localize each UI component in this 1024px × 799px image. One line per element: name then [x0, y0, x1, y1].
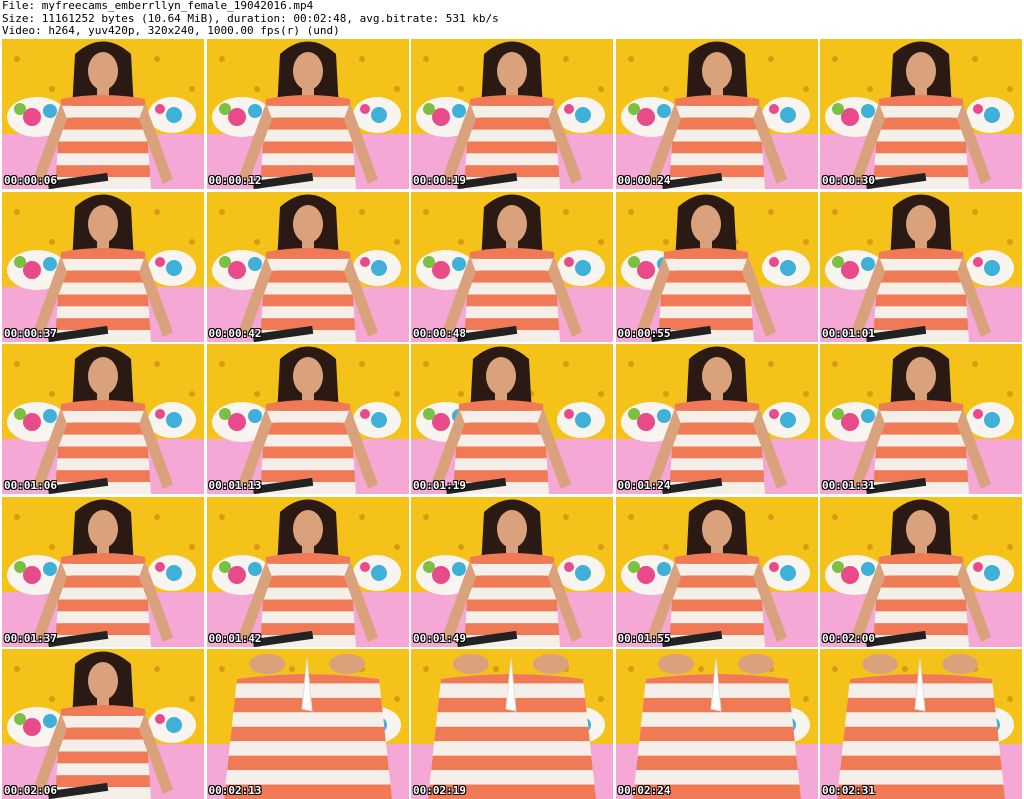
frame-image	[615, 39, 818, 189]
video-frame-thumbnail: 00:01:19	[411, 344, 613, 494]
video-frame-thumbnail: 00:00:12	[206, 39, 409, 189]
video-frame-thumbnail: 00:00:48	[411, 191, 613, 342]
video-frame-thumbnail: 00:00:42	[206, 191, 409, 342]
video-frame-thumbnail: 00:00:55	[615, 191, 818, 342]
frame-image	[820, 649, 1022, 799]
frame-timestamp: 00:00:55	[617, 326, 671, 340]
frame-image	[2, 39, 204, 189]
frame-timestamp: 00:00:37	[4, 326, 57, 340]
frame-image	[615, 649, 818, 799]
video-frame-thumbnail: 00:02:31	[820, 649, 1022, 799]
frame-timestamp: 00:00:48	[413, 326, 466, 340]
video-frame-thumbnail: 00:01:31	[820, 344, 1022, 494]
frame-timestamp: 00:01:06	[4, 479, 57, 492]
frame-image	[206, 649, 409, 799]
frame-image	[2, 496, 204, 647]
frame-image	[2, 649, 204, 799]
frame-image	[206, 344, 409, 494]
file-info-header: File: myfreecams_emberrllyn_female_19042…	[2, 0, 1022, 38]
frame-image	[2, 191, 204, 342]
video-frame-thumbnail: 00:01:13	[206, 344, 409, 494]
frame-timestamp: 00:01:55	[617, 631, 671, 645]
video-info-line: Video: h264, yuv420p, 320x240, 1000.00 f…	[2, 24, 340, 37]
video-frame-thumbnail: 00:02:19	[411, 649, 613, 799]
frame-timestamp: 00:01:24	[617, 479, 671, 492]
video-frame-thumbnail: 00:00:06	[2, 39, 204, 189]
file-name-line: File: myfreecams_emberrllyn_female_19042…	[2, 0, 314, 12]
video-frame-thumbnail: 00:01:24	[615, 344, 818, 494]
frame-timestamp: 00:02:06	[4, 784, 57, 797]
video-frame-thumbnail: 00:02:00	[820, 496, 1022, 647]
video-frame-thumbnail: 00:00:19	[411, 39, 613, 189]
frame-timestamp: 00:01:49	[413, 631, 466, 645]
frame-timestamp: 00:02:13	[208, 784, 262, 797]
video-frame-thumbnail: 00:02:06	[2, 649, 204, 799]
frame-image	[820, 344, 1022, 494]
frame-timestamp: 00:01:01	[822, 326, 875, 340]
frame-timestamp: 00:00:12	[208, 174, 262, 187]
frame-image	[820, 496, 1022, 647]
frame-timestamp: 00:00:06	[4, 174, 57, 187]
thumbnail-grid: 00:00:06 00:00:12 00:00:19 00:00:24 00:00:30…	[2, 39, 1022, 799]
frame-image	[615, 191, 818, 342]
frame-timestamp: 00:01:31	[822, 479, 875, 492]
frame-image	[820, 191, 1022, 342]
frame-timestamp: 00:01:13	[208, 479, 262, 492]
frame-image	[820, 39, 1022, 189]
video-frame-thumbnail: 00:01:06	[2, 344, 204, 494]
video-frame-thumbnail: 00:01:01	[820, 191, 1022, 342]
video-frame-thumbnail: 00:01:49	[411, 496, 613, 647]
frame-image	[411, 344, 613, 494]
frame-image	[411, 39, 613, 189]
frame-timestamp: 00:00:24	[617, 174, 671, 187]
frame-image	[206, 496, 409, 647]
frame-timestamp: 00:00:30	[822, 174, 875, 187]
frame-timestamp: 00:01:42	[208, 631, 262, 645]
frame-timestamp: 00:01:37	[4, 631, 57, 645]
frame-timestamp: 00:00:19	[413, 174, 466, 187]
video-frame-thumbnail: 00:00:30	[820, 39, 1022, 189]
frame-image	[615, 496, 818, 647]
frame-timestamp: 00:02:31	[822, 784, 875, 797]
frame-image	[615, 344, 818, 494]
frame-timestamp: 00:02:24	[617, 784, 671, 797]
frame-image	[411, 191, 613, 342]
video-frame-thumbnail: 00:01:37	[2, 496, 204, 647]
video-frame-thumbnail: 00:00:37	[2, 191, 204, 342]
video-frame-thumbnail: 00:02:24	[615, 649, 818, 799]
frame-image	[206, 191, 409, 342]
frame-timestamp: 00:02:19	[413, 784, 466, 797]
video-frame-thumbnail: 00:00:24	[615, 39, 818, 189]
video-frame-thumbnail: 00:02:13	[206, 649, 409, 799]
video-frame-thumbnail: 00:01:55	[615, 496, 818, 647]
frame-timestamp: 00:01:19	[413, 479, 466, 492]
video-frame-thumbnail: 00:01:42	[206, 496, 409, 647]
frame-image	[2, 344, 204, 494]
frame-image	[411, 649, 613, 799]
frame-image	[206, 39, 409, 189]
frame-timestamp: 00:00:42	[208, 326, 262, 340]
frame-image	[411, 496, 613, 647]
frame-timestamp: 00:02:00	[822, 631, 875, 645]
